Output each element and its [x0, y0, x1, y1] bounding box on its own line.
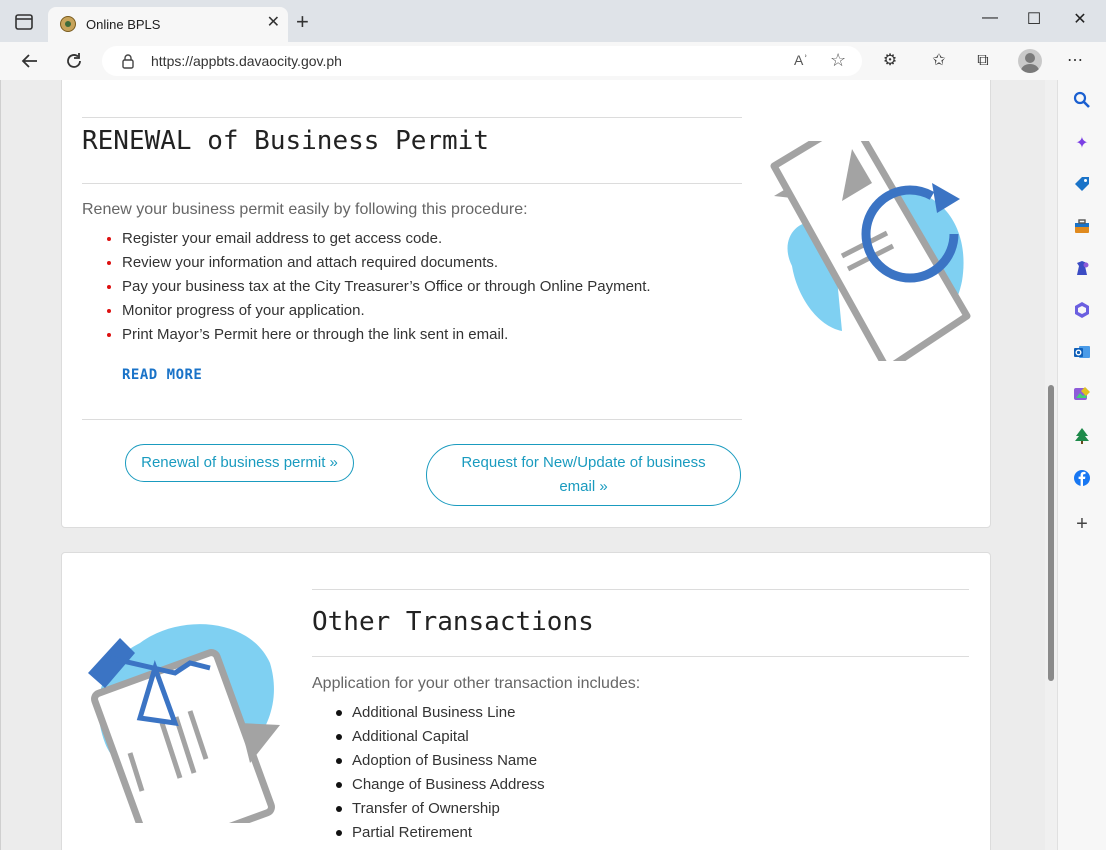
site-favicon-icon	[60, 16, 76, 32]
edge-sidebar: ✦ +	[1057, 80, 1106, 850]
renewal-steps-list: Register your email address to get acces…	[82, 227, 742, 347]
list-item: Pay your business tax at the City Treasu…	[82, 275, 742, 299]
list-item: Change of Business Address	[312, 773, 969, 797]
request-email-button[interactable]: Request for New/Update of business email…	[426, 444, 741, 506]
request-email-button-label-line1: Request for New/Update of business	[461, 454, 706, 471]
renewal-permit-button-label: Renewal of business permit »	[141, 454, 338, 471]
renewal-intro: Renew your business permit easily by fol…	[82, 201, 528, 218]
list-item: Additional Capital	[312, 725, 969, 749]
profile-avatar[interactable]	[1018, 49, 1042, 73]
toolbox-icon[interactable]	[1071, 217, 1093, 239]
minimize-icon[interactable]: —	[980, 9, 1000, 27]
divider	[312, 589, 969, 590]
request-email-button-label-line2: email »	[559, 478, 608, 495]
copilot-icon[interactable]: ✦	[1071, 133, 1093, 155]
browser-titlebar: Online BPLS ✕ + — ☐ ✕	[0, 0, 1106, 42]
list-item: Adoption of Business Name	[312, 749, 969, 773]
other-transactions-list: Additional Business Line Additional Capi…	[312, 701, 969, 845]
divider	[82, 419, 742, 420]
microsoft-365-icon[interactable]	[1071, 301, 1093, 323]
page-viewport: RENEWAL of Business Permit Renew your bu…	[0, 80, 1058, 850]
extensions-icon[interactable]: ⚙	[879, 50, 901, 72]
renewal-permit-button[interactable]: Renewal of business permit »	[125, 444, 354, 482]
list-item: Print Mayor’s Permit here or through the…	[82, 323, 742, 347]
window-close-icon[interactable]: ✕	[1070, 9, 1090, 29]
list-item: Monitor progress of your application.	[82, 299, 742, 323]
read-aloud-icon[interactable]: Aʾ	[794, 52, 808, 68]
renewal-card: RENEWAL of Business Permit Renew your bu…	[61, 80, 991, 528]
page-scrollbar[interactable]	[1045, 80, 1057, 850]
list-item: Transfer of Ownership	[312, 797, 969, 821]
image-creator-icon[interactable]	[1071, 385, 1093, 407]
other-transactions-card: Other Transactions Application for your …	[61, 552, 991, 850]
games-icon[interactable]	[1071, 259, 1093, 281]
other-transactions-title: Other Transactions	[312, 607, 594, 637]
new-tab-icon[interactable]: +	[296, 11, 309, 33]
shopping-tag-icon[interactable]	[1071, 175, 1093, 197]
facebook-icon[interactable]	[1071, 469, 1093, 491]
list-item: Additional Business Line	[312, 701, 969, 725]
outlook-icon[interactable]	[1071, 343, 1093, 365]
list-item: Review your information and attach requi…	[82, 251, 742, 275]
maximize-icon[interactable]: ☐	[1024, 9, 1044, 29]
renewal-title: RENEWAL of Business Permit	[82, 126, 489, 156]
list-item: Register your email address to get acces…	[82, 227, 742, 251]
collections-icon[interactable]: ⧉	[972, 50, 994, 72]
tab-actions-icon[interactable]	[14, 13, 34, 31]
list-item: Partial Retirement	[312, 821, 969, 845]
refresh-icon[interactable]	[62, 49, 86, 73]
search-icon[interactable]	[1071, 91, 1093, 113]
back-icon[interactable]	[18, 49, 42, 73]
tab-close-icon[interactable]: ✕	[267, 14, 280, 32]
read-more-link[interactable]: READ MORE	[122, 367, 202, 383]
scrollbar-thumb[interactable]	[1048, 385, 1054, 681]
other-transactions-intro: Application for your other transaction i…	[312, 675, 641, 692]
more-options-icon[interactable]: ⋯	[1064, 50, 1086, 72]
lock-icon[interactable]	[120, 53, 136, 69]
tab-title: Online BPLS	[86, 17, 161, 32]
divider	[312, 656, 969, 657]
divider	[82, 117, 742, 118]
add-icon[interactable]: +	[1071, 513, 1093, 535]
tree-icon[interactable]	[1071, 427, 1093, 449]
renewal-document-illustration	[770, 141, 971, 361]
add-favorite-icon[interactable]: ☆	[830, 50, 846, 71]
browser-toolbar: https://appbts.davaocity.gov.ph Aʾ ☆ ⚙ ✩…	[0, 42, 1106, 80]
favorites-icon[interactable]: ✩	[928, 50, 950, 72]
other-transactions-illustration	[88, 624, 280, 823]
browser-tab[interactable]: Online BPLS ✕	[48, 7, 288, 42]
divider	[82, 183, 742, 184]
address-bar[interactable]: https://appbts.davaocity.gov.ph Aʾ ☆	[102, 46, 862, 76]
url-text[interactable]: https://appbts.davaocity.gov.ph	[151, 53, 342, 69]
